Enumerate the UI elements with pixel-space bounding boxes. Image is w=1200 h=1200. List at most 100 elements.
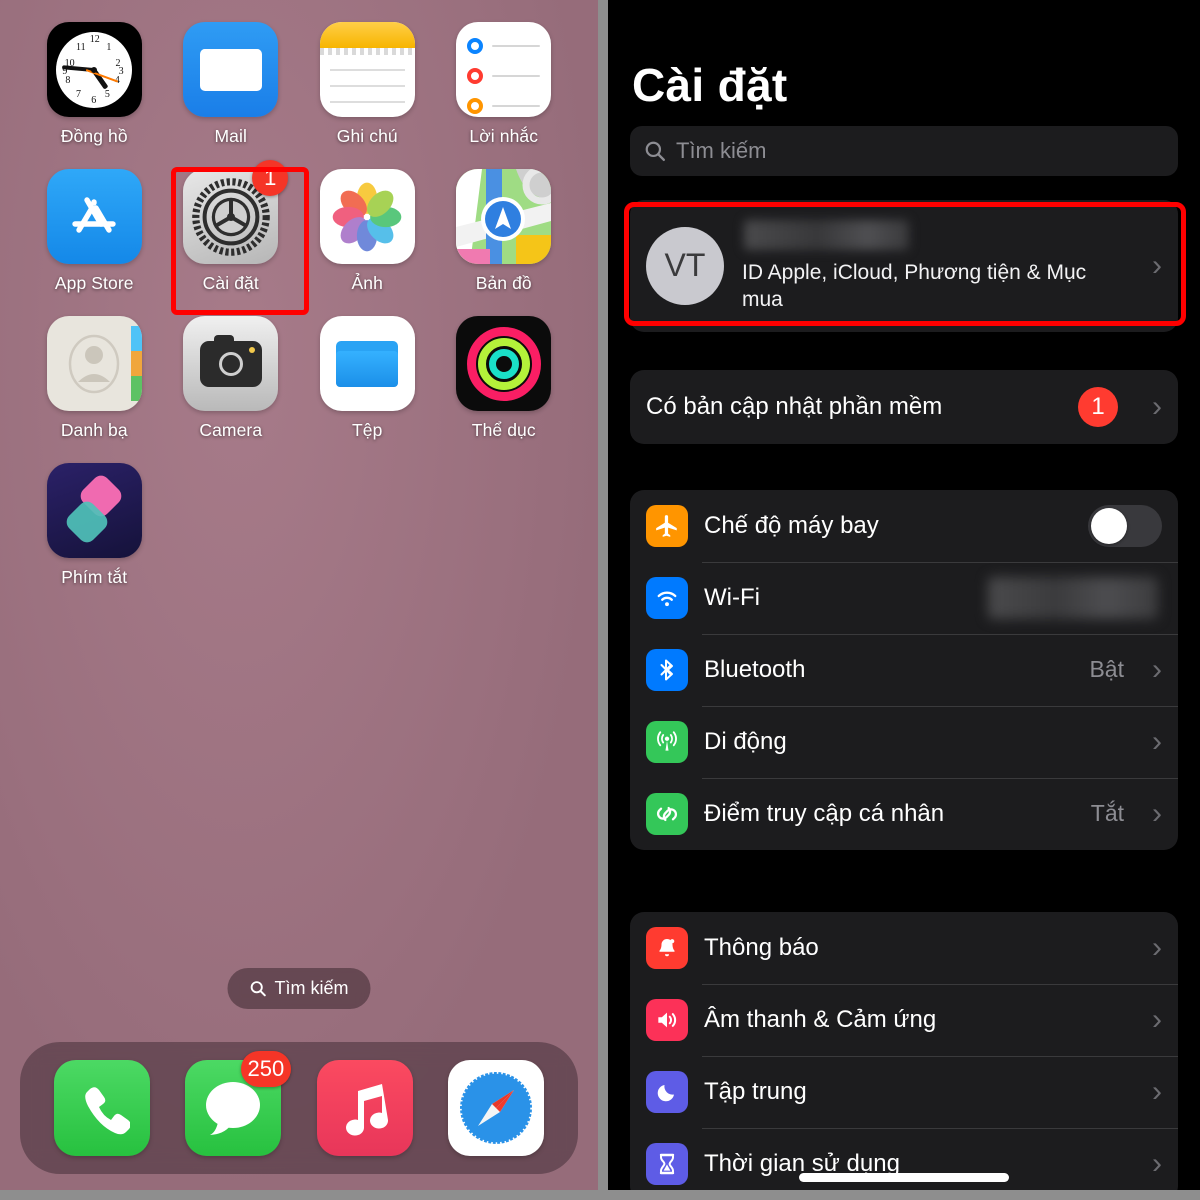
screen-time-hourglass-icon [646, 1142, 688, 1185]
photos-flower-glyph [332, 182, 402, 251]
app-fitness[interactable]: Thể dục [436, 316, 573, 441]
app-camera[interactable]: Camera [163, 316, 300, 441]
reminders-icon[interactable] [456, 22, 552, 117]
clock-num-6: 6 [91, 94, 97, 106]
clock-pivot [91, 66, 98, 73]
app-clock[interactable]: 12 1 2 3 4 5 6 7 8 9 10 11 [26, 22, 163, 147]
row-notifications[interactable]: Thông báo › [630, 912, 1178, 984]
photos-icon[interactable] [319, 169, 415, 264]
row-airplane-mode[interactable]: Chế độ máy bay [630, 490, 1178, 562]
envelope-shape [199, 48, 262, 91]
app-icon-wrap[interactable] [46, 463, 142, 558]
notes-line [329, 85, 405, 87]
clock-icon[interactable]: 12 1 2 3 4 5 6 7 8 9 10 11 [46, 22, 142, 117]
apple-id-name-redacted [744, 220, 909, 250]
page-title: Cài đặt [632, 59, 788, 111]
row-bluetooth[interactable]: Bluetooth Bật › [630, 633, 1178, 706]
row-label: Thông báo [704, 933, 819, 961]
maps-icon[interactable] [456, 169, 552, 264]
apple-id-subtitle: ID Apple, iCloud, Phương tiện & Mục mua [742, 261, 1087, 312]
software-update-card[interactable]: Có bản cập nhật phần mềm 1 › [630, 369, 1178, 444]
wifi-icon [646, 576, 688, 619]
notes-icon[interactable] [319, 22, 415, 117]
app-settings[interactable]: 1 Cài đặt [163, 160, 300, 294]
camera-body [199, 334, 262, 387]
apple-id-card[interactable]: VT ID Apple, iCloud, Phương tiện & Mục m… [630, 200, 1178, 332]
app-label: Thể dục [471, 420, 536, 440]
apple-id-row[interactable]: VT ID Apple, iCloud, Phương tiện & Mục m… [630, 200, 1178, 332]
clock-face: 12 1 2 3 4 5 6 7 8 9 10 11 [56, 31, 133, 108]
app-files[interactable]: Tệp [299, 316, 436, 441]
dock-item-music[interactable] [316, 1060, 413, 1156]
app-icon-wrap[interactable]: 1 [183, 160, 289, 264]
chevron-right-icon: › [1152, 389, 1162, 423]
app-icon-wrap[interactable] [183, 22, 279, 117]
row-label: Di động [704, 727, 787, 755]
row-focus[interactable]: Tập trung › [630, 1055, 1178, 1128]
row-personal-hotspot[interactable]: Điểm truy cập cá nhân Tắt › [630, 777, 1178, 850]
row-wifi[interactable]: Wi-Fi [630, 561, 1178, 634]
app-icon-wrap[interactable] [456, 316, 552, 411]
chevron-right-icon: › [1152, 724, 1162, 758]
dock-item-phone[interactable] [53, 1060, 150, 1156]
software-update-row[interactable]: Có bản cập nhật phần mềm 1 › [630, 370, 1178, 444]
row-label: Chế độ máy bay [704, 511, 879, 539]
contacts-icon[interactable] [46, 316, 142, 411]
safari-compass-icon[interactable] [448, 1060, 545, 1156]
moon-glyph [657, 1084, 674, 1101]
clock-num-12: 12 [89, 33, 100, 45]
app-icon-wrap[interactable] [319, 22, 415, 117]
speaker-glyph [658, 1012, 677, 1027]
row-cellular[interactable]: Di động › [630, 705, 1178, 778]
app-notes[interactable]: Ghi chú [299, 22, 436, 147]
contacts-person-glyph [69, 334, 120, 393]
home-search-pill[interactable]: Tìm kiếm [227, 968, 371, 1009]
app-icon-wrap[interactable] [319, 316, 415, 411]
reminder-line [492, 74, 541, 78]
app-icon-wrap[interactable] [456, 22, 552, 117]
phone-icon[interactable] [53, 1060, 150, 1156]
mail-icon[interactable] [183, 22, 279, 117]
app-app-store[interactable]: App Store [26, 169, 163, 294]
apple-id-text: ID Apple, iCloud, Phương tiện & Mục mua [742, 218, 1126, 314]
row-sounds-haptics[interactable]: Âm thanh & Cảm ứng › [630, 983, 1178, 1056]
dock-item-safari[interactable] [448, 1060, 545, 1156]
airplane-mode-toggle[interactable] [1088, 504, 1162, 547]
row-value: Tắt [1090, 800, 1124, 827]
files-folder-icon[interactable] [319, 316, 415, 411]
notes-line [329, 69, 405, 71]
fitness-rings-icon[interactable] [456, 316, 552, 411]
app-photos[interactable]: Ảnh [299, 169, 436, 294]
chevron-right-icon: › [1152, 248, 1162, 282]
app-reminders[interactable]: Lời nhắc [436, 22, 573, 147]
dock-item-messages[interactable]: 250 [185, 1051, 292, 1156]
app-icon-wrap[interactable] [319, 169, 415, 264]
app-maps[interactable]: Bản đồ [436, 169, 573, 294]
app-shortcuts[interactable]: Phím tắt [26, 463, 163, 588]
camera-icon[interactable] [183, 316, 279, 411]
message-bubble-glyph [206, 1082, 261, 1135]
row-label: Bluetooth [704, 655, 806, 683]
app-contacts[interactable]: Danh bạ [26, 316, 163, 441]
shortcuts-icon[interactable] [46, 463, 142, 558]
notes-header-band [319, 22, 415, 48]
app-icon-wrap[interactable] [46, 316, 142, 411]
app-label: Lời nhắc [469, 126, 539, 146]
chevron-right-icon: › [1152, 930, 1162, 964]
search-icon [645, 141, 666, 162]
app-label: Ghi chú [336, 126, 398, 146]
app-icon-wrap[interactable] [183, 316, 279, 411]
app-mail[interactable]: Mail [163, 22, 300, 147]
bluetooth-glyph [660, 659, 673, 681]
search-icon [250, 981, 266, 997]
app-icon-wrap[interactable]: 12 1 2 3 4 5 6 7 8 9 10 11 [46, 22, 142, 117]
row-label: Wi-Fi [704, 583, 760, 611]
music-note-icon[interactable] [316, 1060, 413, 1156]
phone-handset-glyph [85, 1087, 130, 1135]
contacts-tab-green [130, 376, 142, 401]
app-icon-wrap[interactable] [46, 169, 142, 264]
app-icon-wrap[interactable] [456, 169, 552, 264]
settings-search-field[interactable]: Tìm kiếm [630, 126, 1178, 176]
camera-lens [218, 351, 243, 376]
app-store-icon[interactable] [46, 169, 142, 264]
